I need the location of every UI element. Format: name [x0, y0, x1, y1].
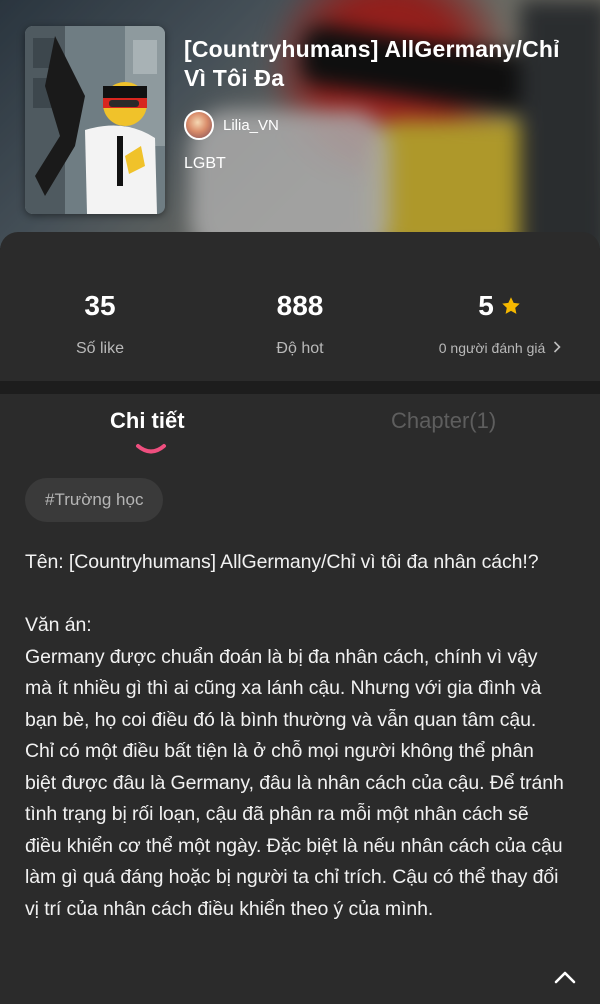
- section-divider: [0, 381, 600, 394]
- tag-chip[interactable]: #Trường học: [25, 478, 164, 522]
- rating-label-row: 0 người đánh giá: [439, 340, 562, 356]
- author-avatar: [184, 110, 214, 140]
- detail-content: #Trường học Tên: [Countryhumans] AllGerm…: [0, 464, 600, 1004]
- author-name: Lilia_VN: [223, 116, 279, 134]
- hot-label: Độ hot: [276, 340, 324, 357]
- story-header: [Countryhumans] AllGermany/Chỉ Vì Tôi Đa…: [0, 0, 600, 248]
- author-link[interactable]: Lilia_VN: [184, 110, 279, 140]
- story-cover-image[interactable]: [25, 26, 165, 214]
- story-genre[interactable]: LGBT: [184, 155, 226, 173]
- rating-value: 5: [478, 290, 494, 321]
- tab-detail[interactable]: Chi tiết: [110, 408, 185, 434]
- scroll-to-top-button[interactable]: [548, 962, 582, 996]
- likes-count: 35: [84, 290, 116, 321]
- tab-bar: Chi tiết Chapter(1): [0, 394, 600, 464]
- rating-score: 5: [478, 290, 522, 322]
- hot-count: 888: [276, 290, 324, 321]
- stats-panel: 35 Số like 888 Độ hot 5 0 người đánh giá: [0, 232, 600, 382]
- stat-likes: 35 Số like: [0, 290, 200, 358]
- rating-count-label: 0 người đánh giá: [438, 340, 546, 356]
- likes-label: Số like: [75, 340, 125, 357]
- tab-chapters[interactable]: Chapter(1): [391, 408, 496, 434]
- chevron-right-icon: [553, 340, 561, 356]
- stat-rating[interactable]: 5 0 người đánh giá: [400, 290, 600, 358]
- star-icon: [500, 295, 522, 317]
- story-title: [Countryhumans] AllGermany/Chỉ Vì Tôi Đa: [184, 36, 560, 91]
- tab-active-indicator: [136, 444, 166, 454]
- chevron-up-icon: [553, 970, 577, 989]
- stat-hot: 888 Độ hot: [200, 290, 400, 358]
- story-description: Tên: [Countryhumans] AllGermany/Chỉ vì t…: [25, 551, 564, 920]
